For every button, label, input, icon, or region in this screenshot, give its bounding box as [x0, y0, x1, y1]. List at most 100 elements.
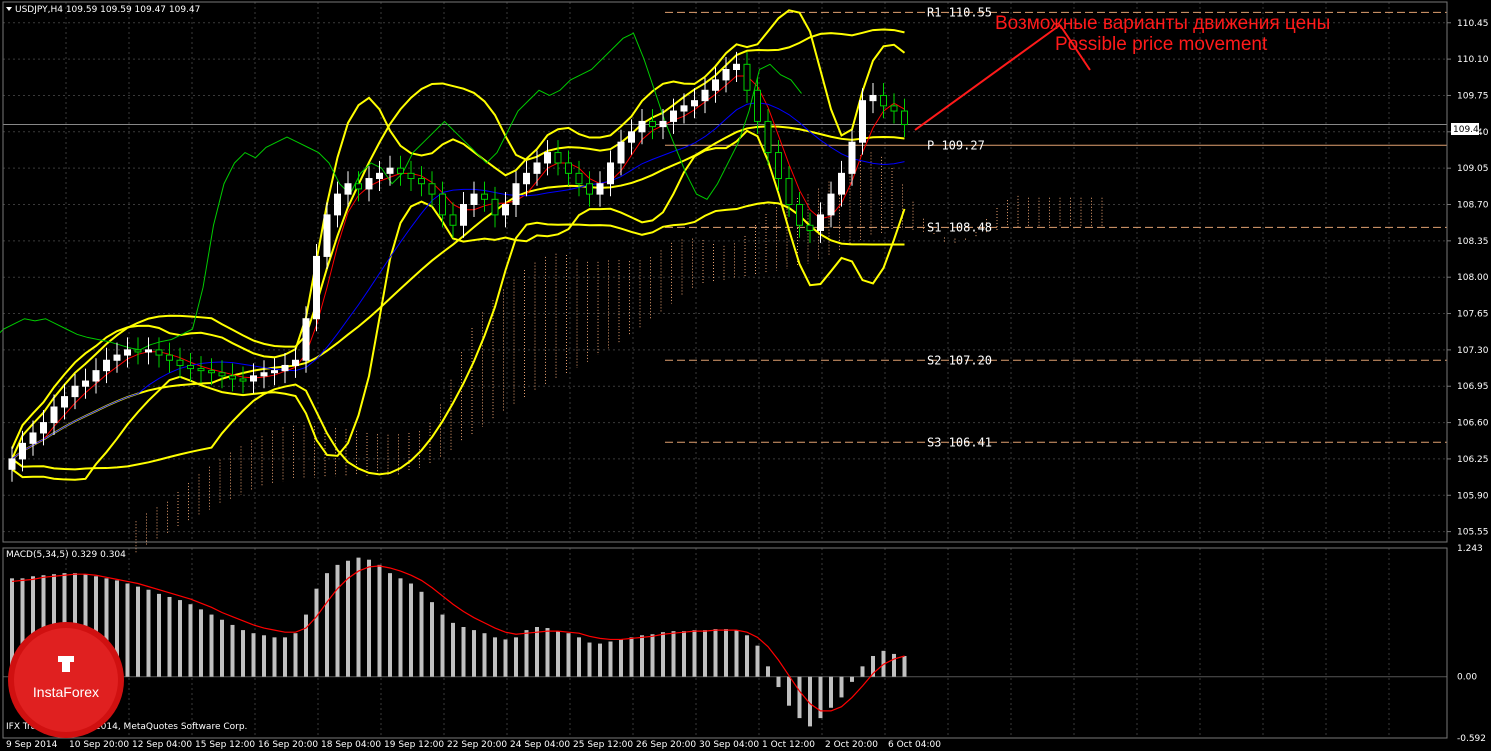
y-tick-label: 110.45 — [1457, 19, 1489, 29]
candle-body — [82, 380, 89, 387]
candle-body — [670, 110, 677, 122]
macd-bar — [514, 637, 518, 677]
y-tick-label: 108.35 — [1457, 237, 1489, 247]
x-tick-label: 9 Sep 2014 — [6, 740, 58, 750]
y-tick-label: 109.05 — [1457, 164, 1489, 174]
candle-body — [638, 120, 646, 133]
macd-bar — [398, 578, 403, 677]
candle-body — [166, 354, 173, 361]
macd-bar — [755, 645, 760, 677]
macd-bar — [787, 676, 791, 706]
macd-header: MACD(5,34,5) 0.329 0.304 — [6, 550, 126, 560]
macd-y-tick-label: 1.243 — [1457, 544, 1483, 554]
pivot-label-s2: S2 107.20 — [927, 353, 992, 367]
candle-body — [439, 193, 446, 216]
candle-body — [544, 152, 551, 164]
x-tick-label: 30 Sep 04:00 — [699, 740, 759, 750]
candle-body — [680, 105, 688, 112]
macd-y-tick-label: 0.00 — [1457, 673, 1477, 683]
candle-body — [554, 152, 562, 164]
chart-area[interactable]: R1 110.55 P 109.27 S1 108.48 S2 107.20 S3 10… — [0, 0, 1491, 751]
macd-bar — [493, 637, 497, 677]
macd-bar — [892, 653, 896, 677]
candle-body — [40, 422, 47, 434]
candle-body — [229, 375, 236, 380]
macd-bar — [692, 630, 697, 677]
macd-bar — [335, 564, 340, 677]
candle-body — [827, 193, 835, 216]
candle-body — [502, 204, 509, 216]
symbol-header: USDJPY,H4 109.59 109.59 109.47 109.47 — [15, 5, 200, 15]
candle-body — [386, 167, 394, 174]
macd-bar — [356, 557, 361, 677]
pivot-label-r1: R1 110.55 — [927, 5, 992, 19]
candle-body — [61, 396, 68, 408]
candle-body — [470, 193, 478, 206]
x-tick-label: 26 Sep 20:00 — [636, 740, 696, 750]
current-price-label: 109.47 — [1453, 125, 1485, 135]
macd-bar — [157, 593, 161, 677]
macd-bar — [136, 586, 140, 677]
macd-bar — [272, 637, 277, 677]
macd-bar — [367, 559, 371, 677]
candle-body — [124, 349, 131, 356]
candle-body — [628, 131, 635, 143]
macd-bar — [482, 633, 487, 677]
macd-bar — [241, 630, 245, 677]
annotation-ru: Возможные варианты движения цены — [995, 13, 1330, 34]
candle-body — [838, 172, 845, 195]
macd-bar — [734, 630, 739, 677]
x-tick-label: 12 Sep 04:00 — [132, 740, 192, 750]
candle-body — [302, 318, 310, 361]
x-tick-label: 10 Sep 20:00 — [69, 740, 129, 750]
candle-body — [271, 370, 278, 374]
macd-bar — [829, 676, 833, 708]
x-tick-label: 22 Sep 20:00 — [447, 740, 507, 750]
candle-body — [817, 214, 824, 231]
macd-bar — [566, 633, 571, 677]
candle-body — [575, 172, 583, 185]
candle-body — [607, 162, 614, 185]
macd-bar — [146, 589, 151, 677]
y-tick-label: 107.30 — [1457, 346, 1489, 356]
x-tick-label: 15 Sep 12:00 — [195, 740, 255, 750]
candle-body — [376, 172, 383, 180]
macd-bar — [409, 583, 413, 677]
macd-bar — [902, 655, 907, 677]
candle-body — [659, 120, 667, 128]
candle-body — [103, 359, 110, 372]
x-tick-label: 2 Oct 20:00 — [825, 740, 878, 750]
y-tick-label: 107.65 — [1457, 310, 1489, 320]
candle-body — [113, 354, 121, 361]
candle-body — [365, 178, 373, 190]
macd-bar — [461, 627, 466, 677]
y-tick-label: 105.55 — [1457, 528, 1489, 538]
pivot-label-s3: S3 106.41 — [927, 435, 992, 449]
candle-body — [355, 183, 362, 190]
macd-bar — [251, 633, 256, 677]
x-tick-label: 24 Sep 04:00 — [510, 740, 570, 750]
macd-bar — [230, 624, 235, 677]
x-tick-label: 18 Sep 04:00 — [321, 740, 381, 750]
candle-body — [397, 167, 404, 174]
candle-body — [208, 370, 215, 374]
candle-body — [155, 349, 163, 356]
x-tick-label: 16 Sep 20:00 — [258, 740, 318, 750]
macd-bar — [262, 635, 266, 677]
candle-body — [712, 79, 719, 91]
candle-body — [512, 183, 520, 206]
candle-body — [145, 349, 152, 353]
macd-bar — [745, 635, 749, 677]
macd-bar — [776, 676, 781, 688]
candle-body — [859, 100, 866, 143]
macd-bar — [524, 630, 529, 677]
candle-body — [197, 368, 205, 372]
macd-bar — [598, 643, 602, 677]
candle-body — [806, 224, 814, 231]
macd-bar — [377, 564, 382, 677]
macd-bar — [650, 634, 655, 677]
candle-body — [701, 89, 709, 102]
macd-bar — [451, 622, 455, 677]
candle-body — [901, 110, 908, 126]
candle-body — [449, 214, 457, 226]
